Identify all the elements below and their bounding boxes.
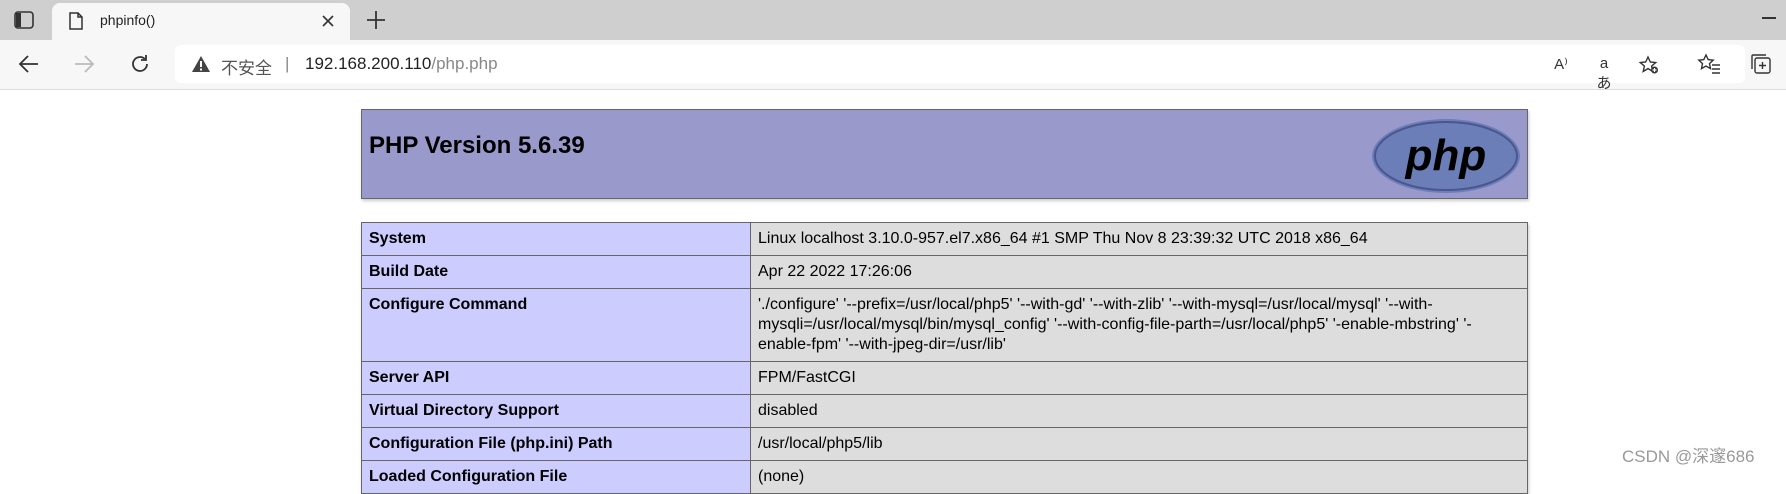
- tab-strip: phpinfo(): [0, 0, 1786, 40]
- reload-icon[interactable]: [128, 52, 152, 76]
- row-key: Configure Command: [361, 288, 751, 362]
- row-value: disabled: [750, 394, 1528, 428]
- url-text[interactable]: 192.168.200.110/php.php: [305, 54, 498, 74]
- phpinfo-table: System Linux localhost 3.10.0-957.el7.x8…: [361, 222, 1528, 494]
- row-key: Build Date: [361, 255, 751, 289]
- active-tab[interactable]: phpinfo(): [52, 3, 350, 40]
- table-row: Build Date Apr 22 2022 17:26:06: [361, 255, 1528, 289]
- forward-arrow-icon[interactable]: [72, 52, 96, 76]
- row-key: System: [361, 222, 751, 256]
- table-row: Configure Command './configure' '--prefi…: [361, 288, 1528, 362]
- row-key: Configuration File (php.ini) Path: [361, 427, 751, 461]
- row-value: Linux localhost 3.10.0-957.el7.x86_64 #1…: [750, 222, 1528, 256]
- php-version-header: PHP Version 5.6.39 php: [361, 109, 1528, 199]
- table-row: System Linux localhost 3.10.0-957.el7.x8…: [361, 222, 1528, 256]
- add-favorite-icon[interactable]: [1638, 55, 1660, 75]
- url-path: /php.php: [431, 54, 498, 73]
- read-aloud-icon[interactable]: A⁾: [1550, 55, 1572, 75]
- plus-icon[interactable]: [365, 9, 387, 31]
- row-value: /usr/local/php5/lib: [750, 427, 1528, 461]
- minimize-icon[interactable]: [1762, 17, 1776, 19]
- row-value: Apr 22 2022 17:26:06: [750, 255, 1528, 289]
- back-arrow-icon[interactable]: [17, 52, 41, 76]
- address-separator: |: [285, 54, 290, 73]
- translate-icon[interactable]: aあ: [1593, 55, 1615, 92]
- table-row: Virtual Directory Support disabled: [361, 394, 1528, 428]
- row-key: Server API: [361, 361, 751, 395]
- browser-toolbar: 不安全 | 192.168.200.110/php.php A⁾ aあ: [0, 40, 1786, 92]
- row-value: FPM/FastCGI: [750, 361, 1528, 395]
- address-bar[interactable]: 不安全 | 192.168.200.110/php.php A⁾ aあ: [175, 45, 1745, 92]
- table-row: Server API FPM/FastCGI: [361, 361, 1528, 395]
- table-row: Configuration File (php.ini) Path /usr/l…: [361, 427, 1528, 461]
- row-value: './configure' '--prefix=/usr/local/php5'…: [750, 288, 1528, 362]
- row-key: Loaded Configuration File: [361, 460, 751, 494]
- warning-icon[interactable]: [191, 55, 211, 73]
- favorites-icon[interactable]: [1697, 53, 1721, 75]
- table-row: Loaded Configuration File (none): [361, 460, 1528, 494]
- tab-actions-icon[interactable]: [10, 9, 38, 31]
- php-logo-icon[interactable]: php: [1370, 116, 1522, 196]
- tab-title: phpinfo(): [100, 12, 156, 28]
- close-icon[interactable]: [318, 11, 338, 31]
- watermark: CSDN @深邃686: [1622, 447, 1755, 466]
- collections-icon[interactable]: [1750, 53, 1774, 75]
- row-key: Virtual Directory Support: [361, 394, 751, 428]
- security-label[interactable]: 不安全: [221, 54, 272, 79]
- row-value: (none): [750, 460, 1528, 494]
- php-logo-text: php: [1405, 131, 1487, 180]
- page-icon: [68, 12, 84, 30]
- url-host: 192.168.200.110: [305, 54, 432, 73]
- page-title: PHP Version 5.6.39: [369, 132, 585, 159]
